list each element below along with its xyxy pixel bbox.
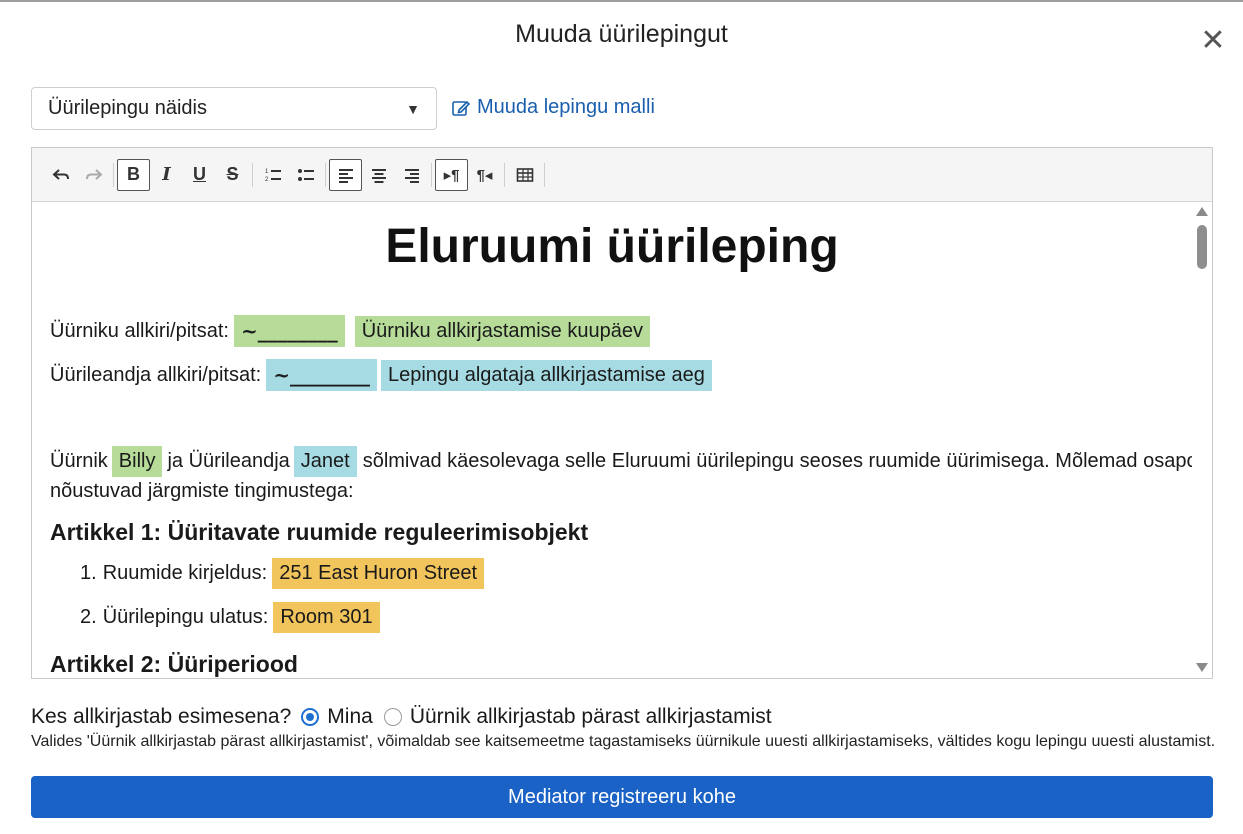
editor-scrollbar[interactable] — [1192, 203, 1212, 678]
list-item-number: 2. — [80, 606, 97, 628]
ordered-list-icon[interactable]: 12 — [256, 159, 289, 191]
intro-text-2: ja Üürileandja — [167, 450, 290, 472]
list-item-number: 1. — [80, 562, 97, 584]
unordered-list-icon[interactable] — [289, 159, 322, 191]
tenant-signature-field[interactable]: ~________ — [233, 315, 345, 347]
top-border — [0, 0, 1243, 2]
toolbar-separator — [431, 162, 432, 187]
bold-icon[interactable]: B — [117, 158, 150, 191]
intro-paragraph-line-1: Üürnik Billy ja Üürileandja Janet sõlmiv… — [50, 446, 1192, 477]
submit-button[interactable]: Mediator registreeru kohe — [31, 776, 1213, 818]
document-title: Eluruumi üürileping — [385, 220, 839, 273]
svg-text:2: 2 — [265, 177, 269, 183]
landlord-time-field[interactable]: Lepingu algataja allkirjastamise aeg — [380, 359, 712, 391]
radio-tenant-signs-after[interactable] — [383, 708, 402, 726]
chevron-down-icon: ▼ — [406, 100, 420, 117]
signing-helper-text: Valides 'Üürnik allkirjastab pärast allk… — [31, 733, 1216, 750]
premises-description-field[interactable]: 251 East Huron Street — [272, 558, 485, 589]
redo-icon[interactable] — [77, 159, 110, 191]
lease-scope-label: Üürilepingu ulatus: — [102, 606, 269, 628]
undo-icon[interactable] — [44, 159, 77, 191]
rich-text-editor: B I U S 12 ▸¶ ¶◂ Eluruumi üürileping Üür… — [31, 147, 1213, 679]
svg-text:1: 1 — [265, 169, 269, 175]
intro-paragraph-line-2: nõustuvad järgmiste tingimustega: — [50, 480, 354, 503]
scroll-down-icon[interactable] — [1196, 663, 1208, 672]
scroll-up-icon[interactable] — [1196, 207, 1208, 216]
table-icon[interactable] — [508, 159, 541, 191]
intro-text-4: nõustuvad järgmiste tingimustega: — [50, 480, 354, 502]
toolbar-separator — [544, 162, 545, 187]
template-select[interactable]: Üürilepingu näidis ▼ — [31, 87, 437, 130]
close-icon[interactable]: ✕ — [1195, 22, 1231, 58]
edit-template-label: Muuda lepingu malli — [477, 96, 655, 118]
radio-tenant-signs-after-label[interactable]: Üürnik allkirjastab pärast allkirjastami… — [410, 705, 772, 729]
editor-toolbar: B I U S 12 ▸¶ ¶◂ — [32, 148, 1212, 202]
toolbar-separator — [504, 162, 505, 187]
template-select-value: Üürilepingu näidis — [48, 97, 207, 119]
align-center-icon[interactable] — [362, 159, 395, 191]
tenant-date-field[interactable]: Üürniku allkirjastamise kuupäev — [354, 315, 650, 347]
strikethrough-icon[interactable]: S — [216, 159, 249, 191]
landlord-signature-field[interactable]: ~________ — [266, 359, 377, 391]
edit-icon — [452, 100, 471, 116]
modal-title: Muuda üürilepingut — [515, 20, 728, 48]
list-item: 2. Üürilepingu ulatus: Room 301 — [80, 602, 380, 633]
radio-me[interactable] — [301, 708, 320, 726]
lease-scope-field[interactable]: Room 301 — [273, 602, 380, 633]
premises-description-label: Ruumide kirjeldus: — [102, 562, 268, 584]
editor-content[interactable]: Eluruumi üürileping Üürniku allkiri/pits… — [32, 203, 1192, 678]
radio-me-label[interactable]: Mina — [327, 705, 373, 729]
intro-text-1: Üürnik — [50, 450, 108, 472]
ltr-icon[interactable]: ▸¶ — [435, 158, 468, 191]
scroll-thumb[interactable] — [1197, 225, 1207, 269]
align-right-icon[interactable] — [395, 159, 428, 191]
article-2-heading: Artikkel 2: Üüriperiood — [50, 651, 298, 677]
signing-order-row: Kes allkirjastab esimesena? Mina Üürnik … — [31, 705, 772, 729]
landlord-name-field[interactable]: Janet — [293, 446, 357, 477]
underline-icon[interactable]: U — [183, 159, 216, 191]
toolbar-separator — [113, 162, 114, 187]
toolbar-separator — [252, 162, 253, 187]
tenant-name-field[interactable]: Billy — [111, 446, 163, 477]
signing-order-question: Kes allkirjastab esimesena? — [31, 705, 292, 728]
landlord-signature-line: Üürileandja allkiri/pitsat: ~________ Le… — [50, 359, 712, 391]
intro-text-3: sõlmivad käesolevaga selle Eluruumi üüri… — [362, 450, 1192, 472]
align-left-icon[interactable] — [329, 158, 362, 191]
italic-icon[interactable]: I — [150, 159, 183, 191]
tenant-signature-label: Üürniku allkiri/pitsat: — [50, 319, 229, 342]
list-item: 1. Ruumide kirjeldus: 251 East Huron Str… — [80, 558, 485, 589]
edit-template-link[interactable]: Muuda lepingu malli — [451, 96, 655, 119]
landlord-signature-label: Üürileandja allkiri/pitsat: — [50, 363, 262, 386]
toolbar-separator — [325, 162, 326, 187]
article-1-heading: Artikkel 1: Üüritavate ruumide reguleeri… — [50, 519, 589, 545]
tenant-signature-line: Üürniku allkiri/pitsat: ~________ Üürnik… — [50, 315, 650, 347]
rtl-icon[interactable]: ¶◂ — [468, 159, 501, 191]
